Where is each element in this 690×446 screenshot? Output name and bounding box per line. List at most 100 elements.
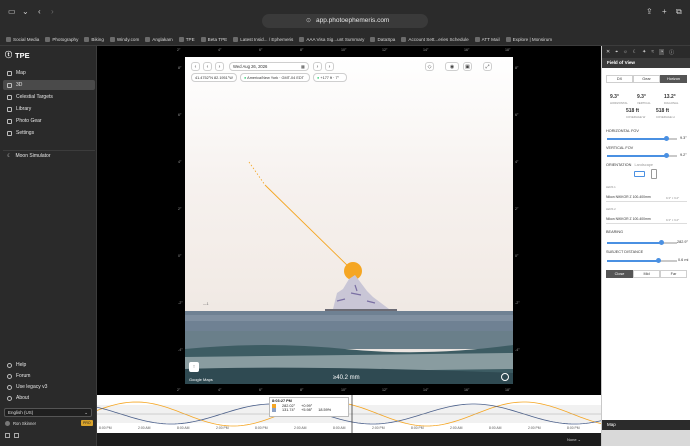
bookmark-item[interactable]: Photography <box>45 37 78 42</box>
timeline-tick-label: 8:00 PM <box>255 426 268 430</box>
vertical-fov-value: 9.2° <box>680 153 687 157</box>
slider-thumb[interactable] <box>656 258 662 264</box>
fov-tab-dx[interactable]: DX <box>606 75 633 83</box>
lens-label-2: LENS 2 <box>606 207 616 211</box>
sun-icon[interactable]: ☼ <box>623 49 628 55</box>
slider-thumb[interactable] <box>659 240 665 246</box>
bookmark-item[interactable]: Account Sett...eries Schedule <box>401 37 469 42</box>
compass-icon[interactable]: ↑ <box>189 362 199 372</box>
viewer-stage[interactable]: 2° 2° 4° 4° 6° 6° 8° 8° 10° 10° 12° 12° 14° 14° 16° 16°… <box>97 46 601 395</box>
back-icon[interactable]: ‹ <box>38 7 41 17</box>
chevron-left-icon[interactable]: ‹ <box>203 62 212 71</box>
sidebar-item-library[interactable]: Library <box>3 104 95 114</box>
sidebar-toggle-icon[interactable]: ▭ <box>8 7 16 17</box>
map-attribution: Google Maps <box>189 377 213 382</box>
bookmark-item[interactable]: Latest Insid... / Ephemeris <box>233 37 293 42</box>
sidebar-footer-forum[interactable]: Forum <box>3 371 95 381</box>
ruler-right-mark: 6° <box>515 113 519 117</box>
sidebar-item-label: Map <box>16 70 26 76</box>
timeline-tick-label: 2:00 PM <box>528 426 541 430</box>
horizon-mark: —1 <box>203 302 209 306</box>
vertical-fov-slider[interactable] <box>607 153 677 159</box>
ruler-left-mark: 0° <box>178 254 182 258</box>
bookmark-item[interactable]: TPE <box>178 37 195 42</box>
tide-icon[interactable]: ≈ <box>651 49 654 55</box>
distance-button-far[interactable]: Far <box>660 270 687 278</box>
lens-2-name: Nikon NIKKOR Z 100-400mm <box>606 217 651 221</box>
forward-icon[interactable]: › <box>51 7 54 17</box>
bookmark-item[interactable]: Biking <box>84 37 104 42</box>
expand-icon[interactable] <box>14 433 19 438</box>
bookmark-label: Explore | Monsirum <box>512 37 553 42</box>
landscape-orientation-button[interactable] <box>634 171 645 177</box>
chevron-right-icon[interactable]: › <box>215 62 224 71</box>
distance-button-close[interactable]: Close <box>606 270 633 278</box>
bookmark-item[interactable]: AAA Visa Sig...unt Summary <box>299 37 364 42</box>
new-tab-icon[interactable]: + <box>662 7 667 17</box>
portrait-orientation-button[interactable] <box>651 169 657 179</box>
subject-distance-slider[interactable] <box>607 258 677 264</box>
lens-select-1[interactable]: Nikon NIKKOR Z 100-400mm 9.3° × 6.2° <box>606 193 687 202</box>
viewer-3d[interactable]: —1 ‹ ‹ › Wed Aug 26, 2026 ▦ › › ◇ ◉ ▣ ⤢ … <box>185 57 513 384</box>
fullscreen-icon[interactable]: ⤢ <box>483 62 492 71</box>
view-icon[interactable]: ◉ <box>445 62 459 71</box>
date-picker[interactable]: Wed Aug 26, 2026 ▦ <box>229 62 309 71</box>
sidebar-item-label: Library <box>16 106 32 112</box>
map-section-header[interactable]: Map <box>602 420 690 430</box>
sidebar-item-photo-gear[interactable]: Photo Gear <box>3 116 95 126</box>
brand[interactable]: ⓣ TPE <box>5 50 30 60</box>
bookmark-item[interactable]: Beta TPE <box>200 37 227 42</box>
chevron-down-icon[interactable]: ⌄ <box>22 7 29 17</box>
bookmark-item[interactable]: ATT Mail <box>474 37 500 42</box>
pro-badge: PRO <box>81 420 93 426</box>
horizontal-fov-slider[interactable] <box>607 136 677 142</box>
camera-icon[interactable]: ▣ <box>463 62 472 71</box>
sidebar-item-celestial-targets[interactable]: Celestial Targets <box>3 92 95 102</box>
slider-thumb[interactable] <box>664 136 669 142</box>
sidebar-footer-about[interactable]: About <box>3 393 95 403</box>
bearing-slider[interactable] <box>607 240 677 246</box>
chevron-left-icon[interactable]: ‹ <box>191 62 200 71</box>
moon-simulator-item[interactable]: ☾ Moon Simulator <box>3 151 95 161</box>
info-icon[interactable]: ⓘ <box>669 49 674 56</box>
pin-icon[interactable]: ⌖ <box>615 49 618 55</box>
settings-icon[interactable] <box>501 373 509 381</box>
close-icon[interactable]: ✕ <box>606 49 610 55</box>
sidebar-item-map[interactable]: Map <box>3 68 95 78</box>
timeline[interactable]: 8:03:27 PM 282.02° +0.99° 131.74° +5.98°… <box>97 395 601 446</box>
bookmark-label: Photography <box>52 37 79 42</box>
timezone-value: America/New York · GMT-04 EDT <box>247 76 304 80</box>
mini-map[interactable] <box>602 430 690 446</box>
fov-icon[interactable]: ◔ <box>659 49 665 55</box>
coords-pill[interactable]: 41.4752°N 82.1951°W <box>191 73 237 82</box>
user-profile[interactable]: Ron Skinner <box>5 421 36 426</box>
bookmark-item[interactable]: Windy.com <box>109 37 139 42</box>
sidebar-item-3d[interactable]: 3D <box>3 80 95 90</box>
moon-icon[interactable]: ☾ <box>633 49 637 55</box>
lens-select-2[interactable]: Nikon NIKKOR Z 100-400mm 9.3° × 6.2° <box>606 215 687 224</box>
bookmark-item[interactable]: Anglakam <box>145 37 173 42</box>
star-icon[interactable]: ✦ <box>642 49 646 55</box>
timeline-more[interactable]: None ⌄ <box>567 437 581 442</box>
chevron-right-icon[interactable]: › <box>313 62 322 71</box>
sidebar-footer-use-legacy-v3[interactable]: Use legacy v3 <box>3 382 95 392</box>
bookmark-item[interactable]: Social Media <box>6 37 39 42</box>
tab-overview-icon[interactable]: ⧉ <box>676 7 682 17</box>
collapse-icon[interactable] <box>5 433 10 438</box>
timezone-pill[interactable]: ● America/New York · GMT-04 EDT <box>240 73 310 82</box>
layers-icon[interactable]: ◇ <box>425 62 434 71</box>
bookmark-item[interactable]: DataSpa <box>370 37 395 42</box>
url-bar[interactable]: ⊙ app.photoephemeris.com <box>262 14 428 28</box>
sidebar-footer-help[interactable]: Help <box>3 360 95 370</box>
chevron-right-icon[interactable]: › <box>325 62 334 71</box>
bookmark-item[interactable]: Explore | Monsirum <box>505 37 553 42</box>
distance-button-mid[interactable]: Mid <box>633 270 660 278</box>
slider-thumb[interactable] <box>664 153 669 159</box>
fov-tab-horizon[interactable]: Horizon <box>660 75 687 83</box>
sidebar-item-settings[interactable]: Settings <box>3 128 95 138</box>
elevation-pill[interactable]: ● +177 ft · 7° <box>313 73 347 82</box>
fov-tab-gear[interactable]: Gear <box>633 75 660 83</box>
sun-path-dotted <box>248 161 266 186</box>
share-icon[interactable]: ⇪ <box>646 7 653 17</box>
language-select[interactable]: English (US) ⌄ <box>4 408 92 417</box>
